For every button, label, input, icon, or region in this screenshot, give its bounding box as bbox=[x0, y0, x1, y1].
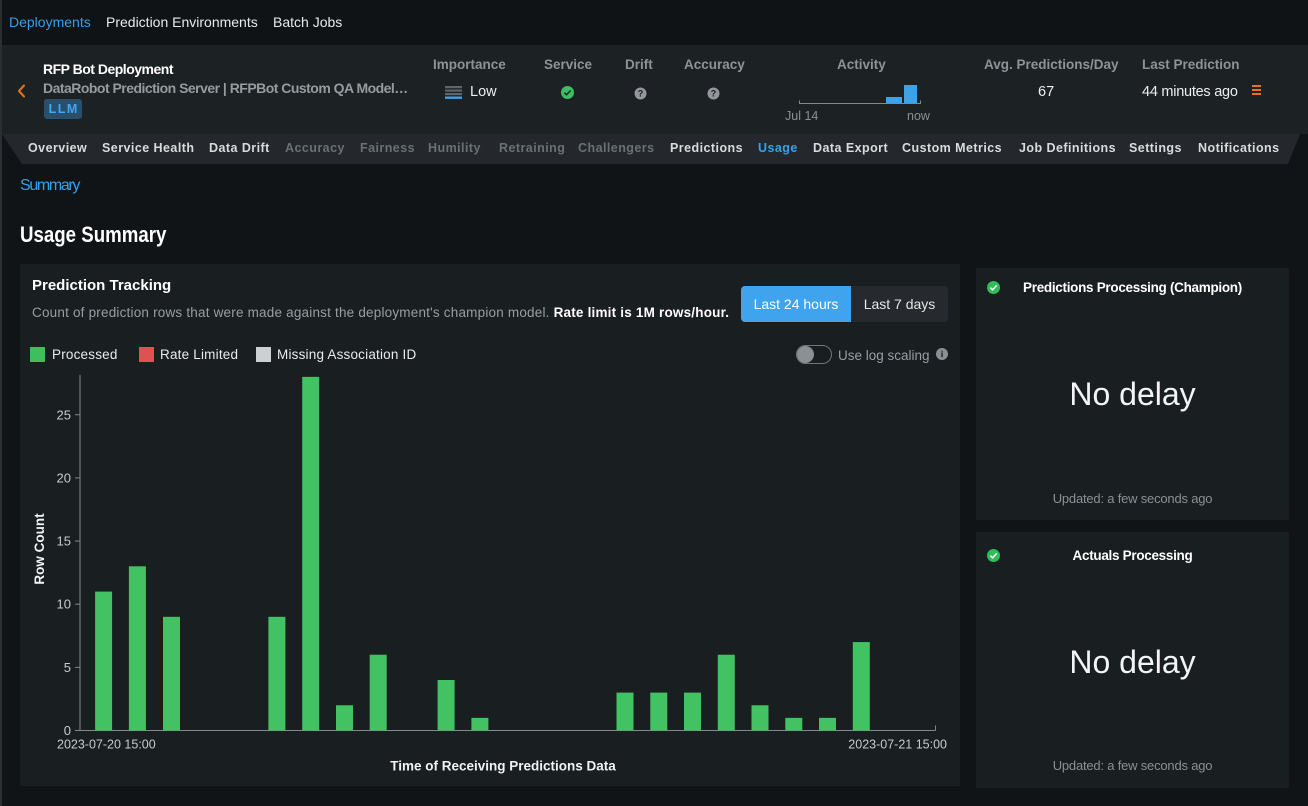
svg-text:2023-07-21 15:00: 2023-07-21 15:00 bbox=[848, 738, 947, 752]
svg-text:25: 25 bbox=[57, 407, 71, 422]
svg-text:5: 5 bbox=[64, 660, 71, 675]
svg-text:2023-07-20 15:00: 2023-07-20 15:00 bbox=[57, 738, 156, 752]
svg-text:15: 15 bbox=[57, 534, 71, 549]
svg-text:Row Count: Row Count bbox=[32, 513, 47, 585]
svg-text:?: ? bbox=[638, 89, 644, 99]
svg-text:Time of Receiving Predictions: Time of Receiving Predictions Data bbox=[390, 759, 616, 774]
svg-text:10: 10 bbox=[57, 597, 71, 612]
svg-text:?: ? bbox=[711, 89, 717, 99]
svg-text:0: 0 bbox=[64, 723, 71, 738]
svg-text:20: 20 bbox=[57, 470, 71, 485]
